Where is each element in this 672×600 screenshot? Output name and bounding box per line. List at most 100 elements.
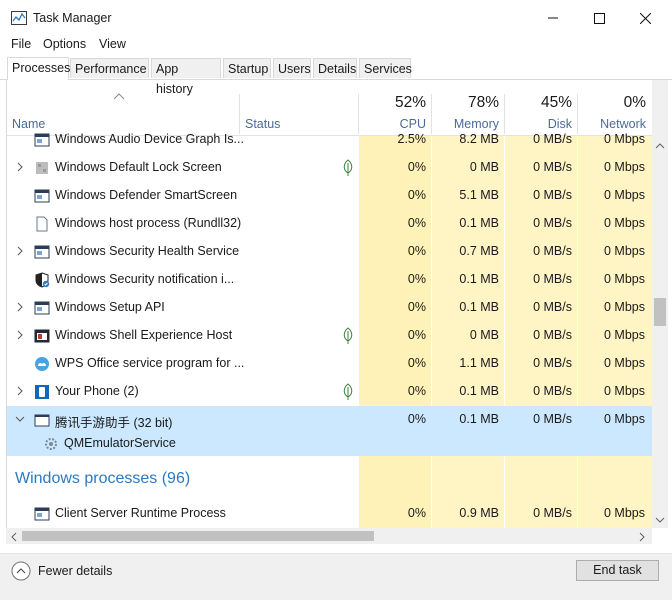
network-value: 0 Mbps: [604, 328, 645, 342]
process-name: QMEmulatorService: [64, 436, 176, 450]
close-button[interactable]: [622, 0, 668, 36]
table-row[interactable]: Windows Shell Experience Host 0% 0 MB 0 …: [7, 322, 653, 350]
app-window-icon: [34, 507, 50, 521]
menu-file[interactable]: File: [11, 37, 31, 51]
scroll-down-icon[interactable]: [655, 516, 665, 524]
process-name: Client Server Runtime Process: [55, 506, 226, 520]
network-value: 0 Mbps: [604, 216, 645, 230]
process-name: Windows Setup API: [55, 300, 165, 314]
network-value: 0 Mbps: [604, 272, 645, 286]
cpu-value: 0%: [407, 188, 426, 202]
chevron-right-icon[interactable]: [15, 330, 25, 340]
suspended-leaf-icon: [343, 383, 353, 400]
tab-services[interactable]: Services: [359, 58, 412, 78]
chevron-right-icon[interactable]: [15, 162, 25, 172]
minimize-icon: [548, 17, 558, 19]
vertical-scrollbar[interactable]: [652, 80, 668, 528]
fewer-details-button[interactable]: Fewer details: [11, 561, 112, 581]
table-row[interactable]: Windows Default Lock Screen 0% 0 MB 0 MB…: [7, 154, 653, 182]
process-name: Windows Default Lock Screen: [55, 160, 222, 174]
disk-value: 0 MB/s: [533, 132, 572, 146]
process-name: Windows host process (Rundll32): [55, 216, 242, 230]
maximize-button[interactable]: [576, 0, 622, 36]
network-value: 0 Mbps: [604, 300, 645, 314]
disk-value: 0 MB/s: [533, 272, 572, 286]
table-row[interactable]: Windows host process (Rundll32) 0% 0.1 M…: [7, 210, 653, 238]
app-window-icon: [34, 245, 50, 259]
table-row[interactable]: Windows Setup API 0% 0.1 MB 0 MB/s 0 Mbp…: [7, 294, 653, 322]
horizontal-scrollbar[interactable]: [6, 528, 652, 544]
memory-value: 0.7 MB: [459, 244, 499, 258]
shell-host-icon: [34, 329, 50, 343]
cpu-value: 0%: [407, 506, 426, 520]
memory-value: 0.1 MB: [459, 412, 499, 426]
memory-value: 1.1 MB: [459, 356, 499, 370]
process-name: Windows Defender SmartScreen: [55, 188, 238, 202]
lock-screen-icon: [36, 162, 48, 174]
process-name: WPS Office service program for ...: [55, 356, 245, 370]
group-header: Windows processes (96): [15, 470, 191, 487]
chevron-right-icon[interactable]: [15, 302, 25, 312]
minimize-button[interactable]: [530, 0, 576, 36]
end-task-button[interactable]: End task: [576, 560, 659, 581]
table-row[interactable]: Windows Security Health Service 0% 0.7 M…: [7, 238, 653, 266]
disk-value: 0 MB/s: [533, 356, 572, 370]
disk-value: 0 MB/s: [533, 216, 572, 230]
table-row[interactable]: Your Phone (2) 0% 0.1 MB 0 MB/s 0 Mbps: [7, 378, 653, 406]
disk-value: 0 MB/s: [533, 188, 572, 202]
scroll-right-icon[interactable]: [638, 532, 646, 542]
tab-users[interactable]: Users: [273, 58, 311, 78]
menu-options[interactable]: Options: [43, 37, 86, 51]
app-window-icon: [34, 414, 50, 427]
cpu-value: 0%: [407, 384, 426, 398]
suspended-leaf-icon: [343, 327, 353, 344]
cpu-value: 0%: [407, 244, 426, 258]
disk-value: 0 MB/s: [533, 384, 572, 398]
menu-view[interactable]: View: [99, 37, 126, 51]
cpu-value: 2.5%: [397, 132, 427, 146]
tab-performance[interactable]: Performance: [70, 58, 149, 78]
chevron-right-icon[interactable]: [15, 246, 25, 256]
window-title: Task Manager: [33, 11, 112, 25]
table-row[interactable]: Windows Defender SmartScreen 0% 5.1 MB 0…: [7, 182, 653, 210]
memory-value: 0 MB: [469, 328, 499, 342]
scroll-left-icon[interactable]: [10, 532, 18, 542]
chevron-down-icon[interactable]: [15, 414, 25, 424]
memory-value: 8.2 MB: [459, 132, 499, 146]
table-row-child[interactable]: QMEmulatorService: [7, 432, 653, 456]
memory-value: 0.1 MB: [459, 300, 499, 314]
table-row[interactable]: Windows Security notification i... 0% 0.…: [7, 266, 653, 294]
process-name: Windows Audio Device Graph Is...: [55, 132, 244, 146]
table-row[interactable]: WPS Office service program for ... 0% 1.…: [7, 350, 653, 378]
tab-details[interactable]: Details: [313, 58, 357, 78]
gear-icon: [45, 438, 57, 450]
title-bar: Task Manager: [0, 0, 672, 36]
table-row-selected[interactable]: 腾讯手游助手 (32 bit) 0% 0.1 MB 0 MB/s 0 Mbps: [7, 406, 653, 434]
disk-usage-total: 45%: [540, 94, 572, 111]
horizontal-scroll-thumb[interactable]: [22, 531, 374, 541]
document-icon: [36, 216, 48, 232]
process-table: Name Status 52% CPU 78% Memory 45% Disk …: [6, 80, 653, 528]
suspended-leaf-icon: [343, 159, 353, 176]
scroll-up-icon[interactable]: [655, 142, 665, 150]
sort-arrow-icon: [113, 93, 125, 100]
chevron-up-circle-icon: [11, 561, 31, 581]
cpu-value: 0%: [407, 300, 426, 314]
tab-processes[interactable]: Processes: [7, 57, 70, 80]
tab-startup[interactable]: Startup: [223, 58, 271, 78]
network-value: 0 Mbps: [604, 132, 645, 146]
memory-value: 0.1 MB: [459, 216, 499, 230]
cpu-value: 0%: [407, 412, 426, 426]
disk-value: 0 MB/s: [533, 506, 572, 520]
vertical-scroll-thumb[interactable]: [654, 298, 666, 326]
disk-value: 0 MB/s: [533, 328, 572, 342]
network-value: 0 Mbps: [604, 506, 645, 520]
chevron-right-icon[interactable]: [15, 386, 25, 396]
table-row[interactable]: Client Server Runtime Process 0% 0.9 MB …: [7, 500, 653, 528]
tab-app-history[interactable]: App history: [151, 58, 221, 96]
cpu-value: 0%: [407, 356, 426, 370]
shield-icon: [35, 272, 50, 288]
process-name: Your Phone (2): [55, 384, 139, 398]
table-row[interactable]: Windows Audio Device Graph Is... 2.5% 8.…: [7, 126, 653, 154]
maximize-icon: [593, 12, 605, 24]
